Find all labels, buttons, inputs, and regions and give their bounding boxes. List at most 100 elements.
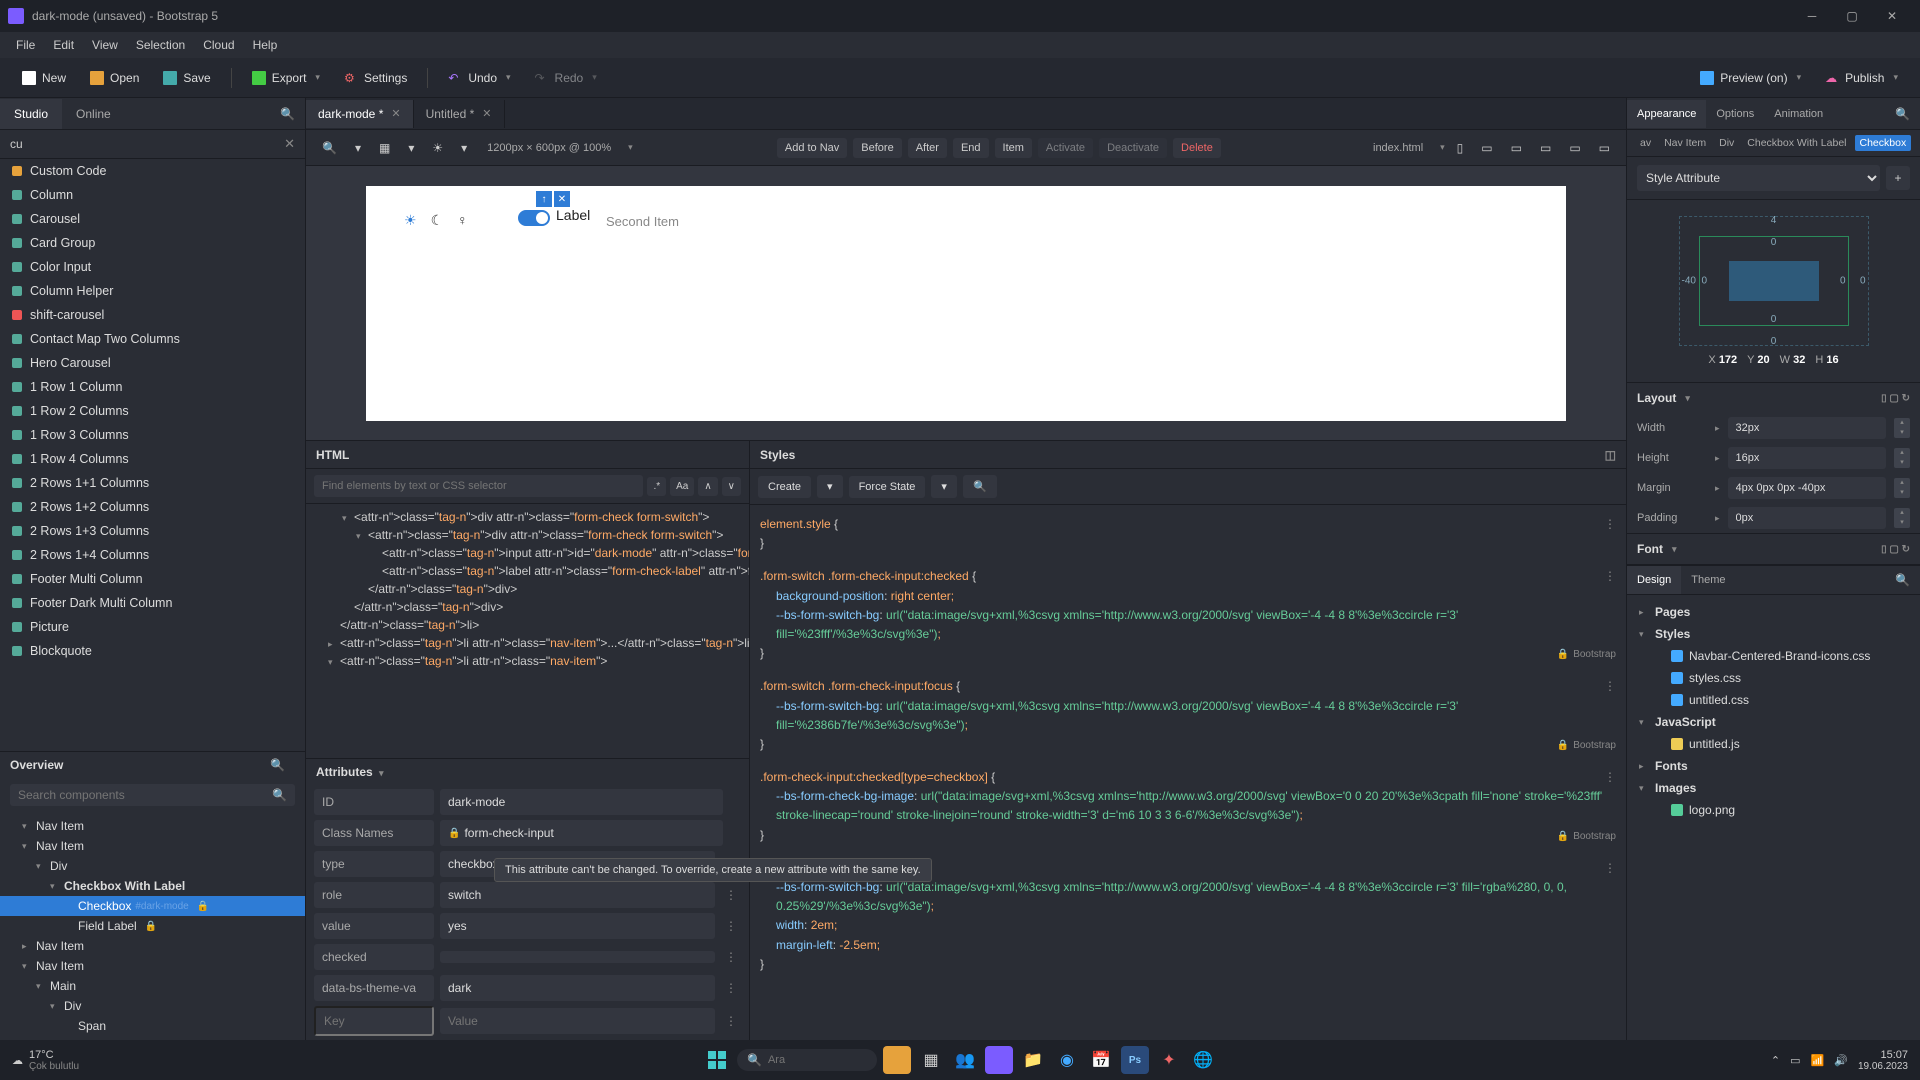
tab-options[interactable]: Options xyxy=(1706,100,1764,128)
sun-icon[interactable]: ☀ xyxy=(404,212,417,229)
rule-menu-icon[interactable]: ⋮ xyxy=(1604,567,1616,586)
tab-theme[interactable]: Theme xyxy=(1681,566,1735,594)
stepper[interactable]: ▴▾ xyxy=(1894,508,1910,528)
component-item[interactable]: 2 Rows 1+4 Columns xyxy=(0,543,305,567)
component-item[interactable]: Contact Map Two Columns xyxy=(0,327,305,351)
weather-widget[interactable]: ☁ 17°C Çok bulutlu xyxy=(12,1049,79,1072)
tree-item[interactable]: ▾Nav Item xyxy=(0,816,305,836)
breadcrumb-item[interactable]: av xyxy=(1635,135,1656,151)
html-line[interactable]: ▾<attr-n">class="tag-n">div attr-n">clas… xyxy=(314,526,741,544)
case-button[interactable]: Aa xyxy=(670,477,694,496)
force-state-button[interactable]: Force State xyxy=(849,476,926,498)
close-icon[interactable]: ✕ xyxy=(391,107,400,120)
attr-key[interactable]: data-bs-theme-va xyxy=(314,975,434,1001)
rule-menu-icon[interactable]: ⋮ xyxy=(1604,677,1616,696)
doc-tab-darkmode[interactable]: dark-mode *✕ xyxy=(306,100,414,128)
search-icon[interactable]: 🔍 xyxy=(1895,573,1910,587)
html-line[interactable]: <attr-n">class="tag-n">label attr-n">cla… xyxy=(314,562,741,580)
close-icon[interactable]: ✕ xyxy=(554,191,570,207)
attr-val[interactable]: switch xyxy=(440,882,715,908)
export-button[interactable]: Export▾ xyxy=(242,66,330,90)
component-item[interactable]: Footer Multi Column xyxy=(0,567,305,591)
component-item[interactable]: Custom Code xyxy=(0,159,305,183)
menu-edit[interactable]: Edit xyxy=(45,35,82,55)
device-lg-icon[interactable]: ▭ xyxy=(1534,137,1557,159)
tree-item[interactable]: ▾Nav Item xyxy=(0,836,305,856)
attr-val[interactable]: form-check-input xyxy=(440,820,723,846)
edge-icon[interactable]: ◉ xyxy=(1053,1046,1081,1074)
current-file[interactable]: index.html xyxy=(1365,142,1431,154)
padding-input[interactable] xyxy=(1728,507,1886,529)
tree-item[interactable]: ▾Checkbox With Label xyxy=(0,876,305,896)
attr-val[interactable]: dark xyxy=(440,975,715,1001)
canvas-frame[interactable]: ☀ ☾ ♀ ↑ ✕ Label Second Item xyxy=(366,186,1566,421)
component-item[interactable]: Column Helper xyxy=(0,279,305,303)
css-rule-block[interactable]: ⋮.form-switch .form-check-input:checked … xyxy=(760,567,1616,663)
height-input[interactable] xyxy=(1728,447,1886,469)
html-line[interactable]: </attr-n">class="tag-n">div> xyxy=(314,598,741,616)
before-button[interactable]: Before xyxy=(853,138,901,158)
tree-arrow-icon[interactable]: ▾ xyxy=(22,821,32,832)
css-rule-block[interactable]: ⋮.form-check-input:checked[type=checkbox… xyxy=(760,768,1616,845)
component-item[interactable]: Hero Carousel xyxy=(0,351,305,375)
rule-menu-icon[interactable]: ⋮ xyxy=(1604,859,1616,878)
tree-arrow-icon[interactable]: ▾ xyxy=(50,881,60,892)
content-box[interactable] xyxy=(1729,261,1819,301)
maximize-button[interactable]: ▢ xyxy=(1832,2,1872,30)
padding-box[interactable]: 0 0 0 0 xyxy=(1699,236,1849,326)
dark-mode-switch[interactable] xyxy=(518,210,550,226)
grid-icon[interactable]: ▦ xyxy=(373,137,396,159)
app-icon[interactable] xyxy=(883,1046,911,1074)
component-item[interactable]: Footer Dark Multi Column xyxy=(0,591,305,615)
attr-menu-icon[interactable]: ⋮ xyxy=(721,950,741,964)
new-button[interactable]: New xyxy=(12,66,76,90)
deactivate-button[interactable]: Deactivate xyxy=(1099,138,1167,158)
bootstrap-studio-icon[interactable] xyxy=(985,1046,1013,1074)
component-item[interactable]: shift-carousel xyxy=(0,303,305,327)
taskbar-search[interactable]: 🔍 xyxy=(737,1049,877,1071)
styles-body[interactable]: ⋮element.style {}⋮.form-switch .form-che… xyxy=(750,505,1626,1040)
design-tree-item[interactable]: untitled.js xyxy=(1627,733,1920,755)
tab-appearance[interactable]: Appearance xyxy=(1627,100,1706,128)
regex-button[interactable]: .* xyxy=(647,477,666,496)
html-line[interactable]: ▸<attr-n">class="tag-n">li attr-n">class… xyxy=(314,634,741,652)
font-toolbar-icons[interactable]: ▯ ▢ ↻ xyxy=(1881,544,1910,555)
attr-val[interactable]: yes xyxy=(440,913,715,939)
delete-button[interactable]: Delete xyxy=(1173,138,1221,158)
chevron-up-icon[interactable]: ⌃ xyxy=(1771,1054,1780,1067)
doc-tab-untitled[interactable]: Untitled *✕ xyxy=(414,100,505,128)
design-tree-item[interactable]: ▾Images xyxy=(1627,777,1920,799)
component-list[interactable]: Custom CodeColumnCarouselCard GroupColor… xyxy=(0,159,305,751)
component-item[interactable]: Column xyxy=(0,183,305,207)
design-tree-item[interactable]: ▾Styles xyxy=(1627,623,1920,645)
device-md-icon[interactable]: ▭ xyxy=(1505,137,1528,159)
attr-val[interactable]: dark-mode xyxy=(440,789,723,815)
layout-header[interactable]: Layout▾ ▯ ▢ ↻ xyxy=(1627,383,1920,413)
minimize-button[interactable]: ─ xyxy=(1792,2,1832,30)
tree-arrow-icon[interactable]: ▾ xyxy=(50,1001,60,1012)
menu-cloud[interactable]: Cloud xyxy=(195,35,242,55)
component-item[interactable]: 1 Row 1 Column xyxy=(0,375,305,399)
explorer-icon[interactable]: 📁 xyxy=(1019,1046,1047,1074)
attr-key[interactable]: Class Names xyxy=(314,820,434,846)
attr-key[interactable]: checked xyxy=(314,944,434,970)
component-item[interactable]: 1 Row 3 Columns xyxy=(0,423,305,447)
attr-val-input[interactable] xyxy=(440,1008,715,1034)
component-item[interactable]: Picture xyxy=(0,615,305,639)
attr-key[interactable]: role xyxy=(314,882,434,908)
layout-icon[interactable]: ◫ xyxy=(1605,448,1616,462)
start-button[interactable] xyxy=(703,1046,731,1074)
component-item[interactable]: 2 Rows 1+3 Columns xyxy=(0,519,305,543)
search-icon[interactable]: 🔍 xyxy=(272,788,287,802)
stepper[interactable]: ▴▾ xyxy=(1894,478,1910,498)
move-up-icon[interactable]: ↑ xyxy=(536,191,552,207)
margin-box[interactable]: 4 0 0 -40 0 0 0 0 xyxy=(1679,216,1869,346)
activate-button[interactable]: Activate xyxy=(1038,138,1093,158)
tree-item[interactable]: ▾Nav Item xyxy=(0,956,305,976)
open-button[interactable]: Open xyxy=(80,66,149,90)
design-tree-item[interactable]: Navbar-Centered-Brand-icons.css xyxy=(1627,645,1920,667)
item-button[interactable]: Item xyxy=(995,138,1032,158)
app-icon[interactable]: ▦ xyxy=(917,1046,945,1074)
html-line[interactable]: ▾<attr-n">class="tag-n">li attr-n">class… xyxy=(314,652,741,670)
tree-item[interactable]: ▾Div xyxy=(0,856,305,876)
